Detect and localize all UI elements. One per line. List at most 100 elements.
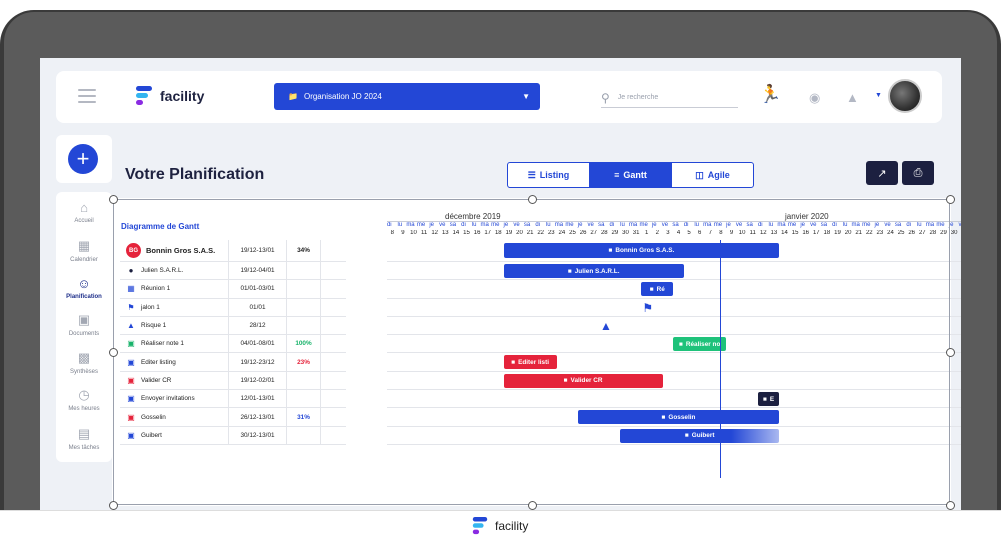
sidebar-item-documents[interactable]: ▣ Documents — [56, 312, 112, 337]
day-label: 25 — [897, 230, 905, 236]
sidebar-item-label: Synthèses — [69, 369, 99, 375]
day-label: 24 — [558, 230, 566, 236]
gantt-bar[interactable]: ■ Ré — [641, 282, 674, 297]
resize-handle[interactable] — [528, 501, 537, 510]
table-row[interactable]: ▣ Guibert 30/12-13/01 — [120, 426, 346, 445]
table-row[interactable]: ▣ Editer listing 19/12-23/12 23% — [120, 353, 346, 372]
runner-icon[interactable]: 🏃 — [759, 84, 781, 105]
milestone-flag-icon[interactable]: ⚑ — [642, 301, 653, 315]
table-row[interactable]: ● Julien S.A.R.L. 19/12-04/01 — [120, 262, 346, 281]
table-row[interactable]: ⚑ jalon 1 01/01 — [120, 298, 346, 317]
resize-handle[interactable] — [946, 348, 955, 357]
weekday-label: di — [832, 222, 837, 228]
task-name-cell: ▣ Envoyer invitations — [120, 390, 229, 408]
table-row[interactable]: ▲ Risque 1 28/12 — [120, 316, 346, 336]
bar-label: Valider CR — [570, 377, 603, 385]
gantt-bar[interactable]: ■ Valider CR — [503, 373, 663, 388]
tab-gantt[interactable]: ≡ Gantt — [590, 163, 672, 187]
task-name: Guibert — [141, 431, 162, 439]
bar-label: Réaliser no — [685, 340, 721, 348]
resize-handle[interactable] — [109, 348, 118, 357]
export-button[interactable]: ↗ — [866, 161, 898, 185]
weekday-label: je — [948, 222, 954, 228]
table-row[interactable]: ▣ Réaliser note 1 04/01-08/01 100% — [120, 335, 346, 354]
bell-icon[interactable]: ▲ — [846, 90, 859, 105]
gantt-bar[interactable]: ■ Guibert — [620, 428, 780, 443]
sidebar-item-mes-taches[interactable]: ▤ Mes tâches — [56, 426, 112, 451]
avatar[interactable] — [888, 79, 922, 113]
weekday-label: ma — [851, 222, 860, 228]
app-logo[interactable]: facility — [134, 84, 204, 108]
weekday-label: je — [429, 222, 435, 228]
month-label: janvier 2020 — [785, 212, 829, 221]
gantt-bar[interactable]: ■ Gosselin — [577, 410, 780, 425]
day-label: 12 — [759, 230, 767, 236]
gantt-bar[interactable]: ■ E — [758, 392, 780, 407]
sidebar-item-planification[interactable]: ☺ Planification — [56, 276, 112, 300]
gantt-row: ▲ — [387, 317, 961, 336]
empty-cell — [321, 280, 346, 297]
task-name: Envoyer invitations — [141, 395, 195, 403]
task-name-cell: ● Julien S.A.R.L. — [120, 262, 229, 280]
gantt-row: ■ Ré — [387, 280, 961, 299]
empty-cell — [321, 353, 346, 370]
print-button[interactable]: ⎙ — [902, 161, 934, 185]
table-row[interactable]: BG Bonnin Gros S.A.S. 19/12-13/01 34% — [120, 240, 346, 262]
day-label: 8 — [719, 230, 723, 236]
video-call-icon[interactable]: ◉ — [809, 90, 820, 106]
footer-app-name: facility — [495, 519, 529, 533]
task-name: Valider CR — [141, 376, 172, 384]
weekday-label: sa — [672, 222, 679, 228]
table-row[interactable]: ▣ Gosselin 26/12-13/01 31% — [120, 408, 346, 427]
day-label: 5 — [687, 230, 691, 236]
add-box: + — [56, 135, 112, 183]
search-input[interactable]: ⚲ Je recherche — [601, 88, 738, 108]
add-button[interactable]: + — [68, 144, 98, 174]
sidebar-item-syntheses[interactable]: ▩ Synthèses — [56, 350, 112, 375]
task-name: jalon 1 — [141, 303, 160, 311]
day-label: 22 — [865, 230, 873, 236]
task-dates: 19/12-04/01 — [229, 262, 287, 280]
resize-handle[interactable] — [528, 195, 537, 204]
day-label: 30 — [622, 230, 629, 236]
sidebar-item-accueil[interactable]: ⌂ Accueil — [56, 200, 112, 224]
day-label: 26 — [908, 230, 916, 236]
weekday-label: je — [726, 222, 731, 228]
tab-agile[interactable]: ◫ Agile — [672, 163, 753, 187]
resize-handle[interactable] — [109, 195, 118, 204]
weekday-label: me — [565, 222, 574, 228]
avatar-chevron-icon[interactable]: ▼ — [875, 92, 882, 99]
task-dates: 28/12 — [229, 316, 287, 335]
list-icon: ☰ — [527, 169, 536, 180]
day-label: 27 — [918, 230, 926, 236]
day-label: 21 — [855, 230, 863, 236]
sidebar-item-calendrier[interactable]: ▦ Calendrier — [56, 238, 112, 263]
gantt-bar[interactable]: ■ Bonnin Gros S.A.S. — [503, 243, 780, 258]
resize-handle[interactable] — [946, 501, 955, 510]
organisation-selector[interactable]: 📁 Organisation JO 2024 ▼ — [274, 83, 540, 110]
bar-task-icon: ■ — [563, 377, 568, 385]
task-progress: 34% — [287, 240, 321, 261]
resize-handle[interactable] — [109, 501, 118, 510]
resize-handle[interactable] — [946, 195, 955, 204]
day-label: 11 — [749, 230, 756, 236]
hamburger-menu-icon[interactable] — [78, 89, 96, 103]
gantt-row: ■ E — [387, 390, 961, 409]
weekday-label: ma — [554, 222, 564, 228]
weekday-label: je — [651, 222, 657, 228]
day-label: 11 — [420, 230, 428, 236]
gantt-bar[interactable]: ■ Editer listi — [503, 355, 557, 370]
table-row[interactable]: ▣ Valider CR 19/12-02/01 — [120, 371, 346, 391]
gantt-bar[interactable]: ■ Réaliser no — [673, 337, 727, 352]
day-label: 16 — [802, 230, 810, 236]
sidebar-item-mes-heures[interactable]: ◷ Mes heures — [56, 387, 112, 412]
table-row[interactable]: ▣ Envoyer invitations 12/01-13/01 — [120, 390, 346, 409]
risk-warning-icon[interactable]: ▲ — [600, 319, 612, 333]
table-row[interactable]: ▦ Réunion 1 01/01-03/01 — [120, 280, 346, 299]
task-name: Réunion 1 — [141, 285, 171, 293]
weekday-label: me — [416, 222, 426, 228]
task-progress — [287, 280, 321, 298]
tab-listing[interactable]: ☰ Listing — [508, 163, 590, 187]
task-dates: 19/12-23/12 — [229, 353, 287, 371]
gantt-bar[interactable]: ■ Julien S.A.R.L. — [503, 264, 684, 278]
